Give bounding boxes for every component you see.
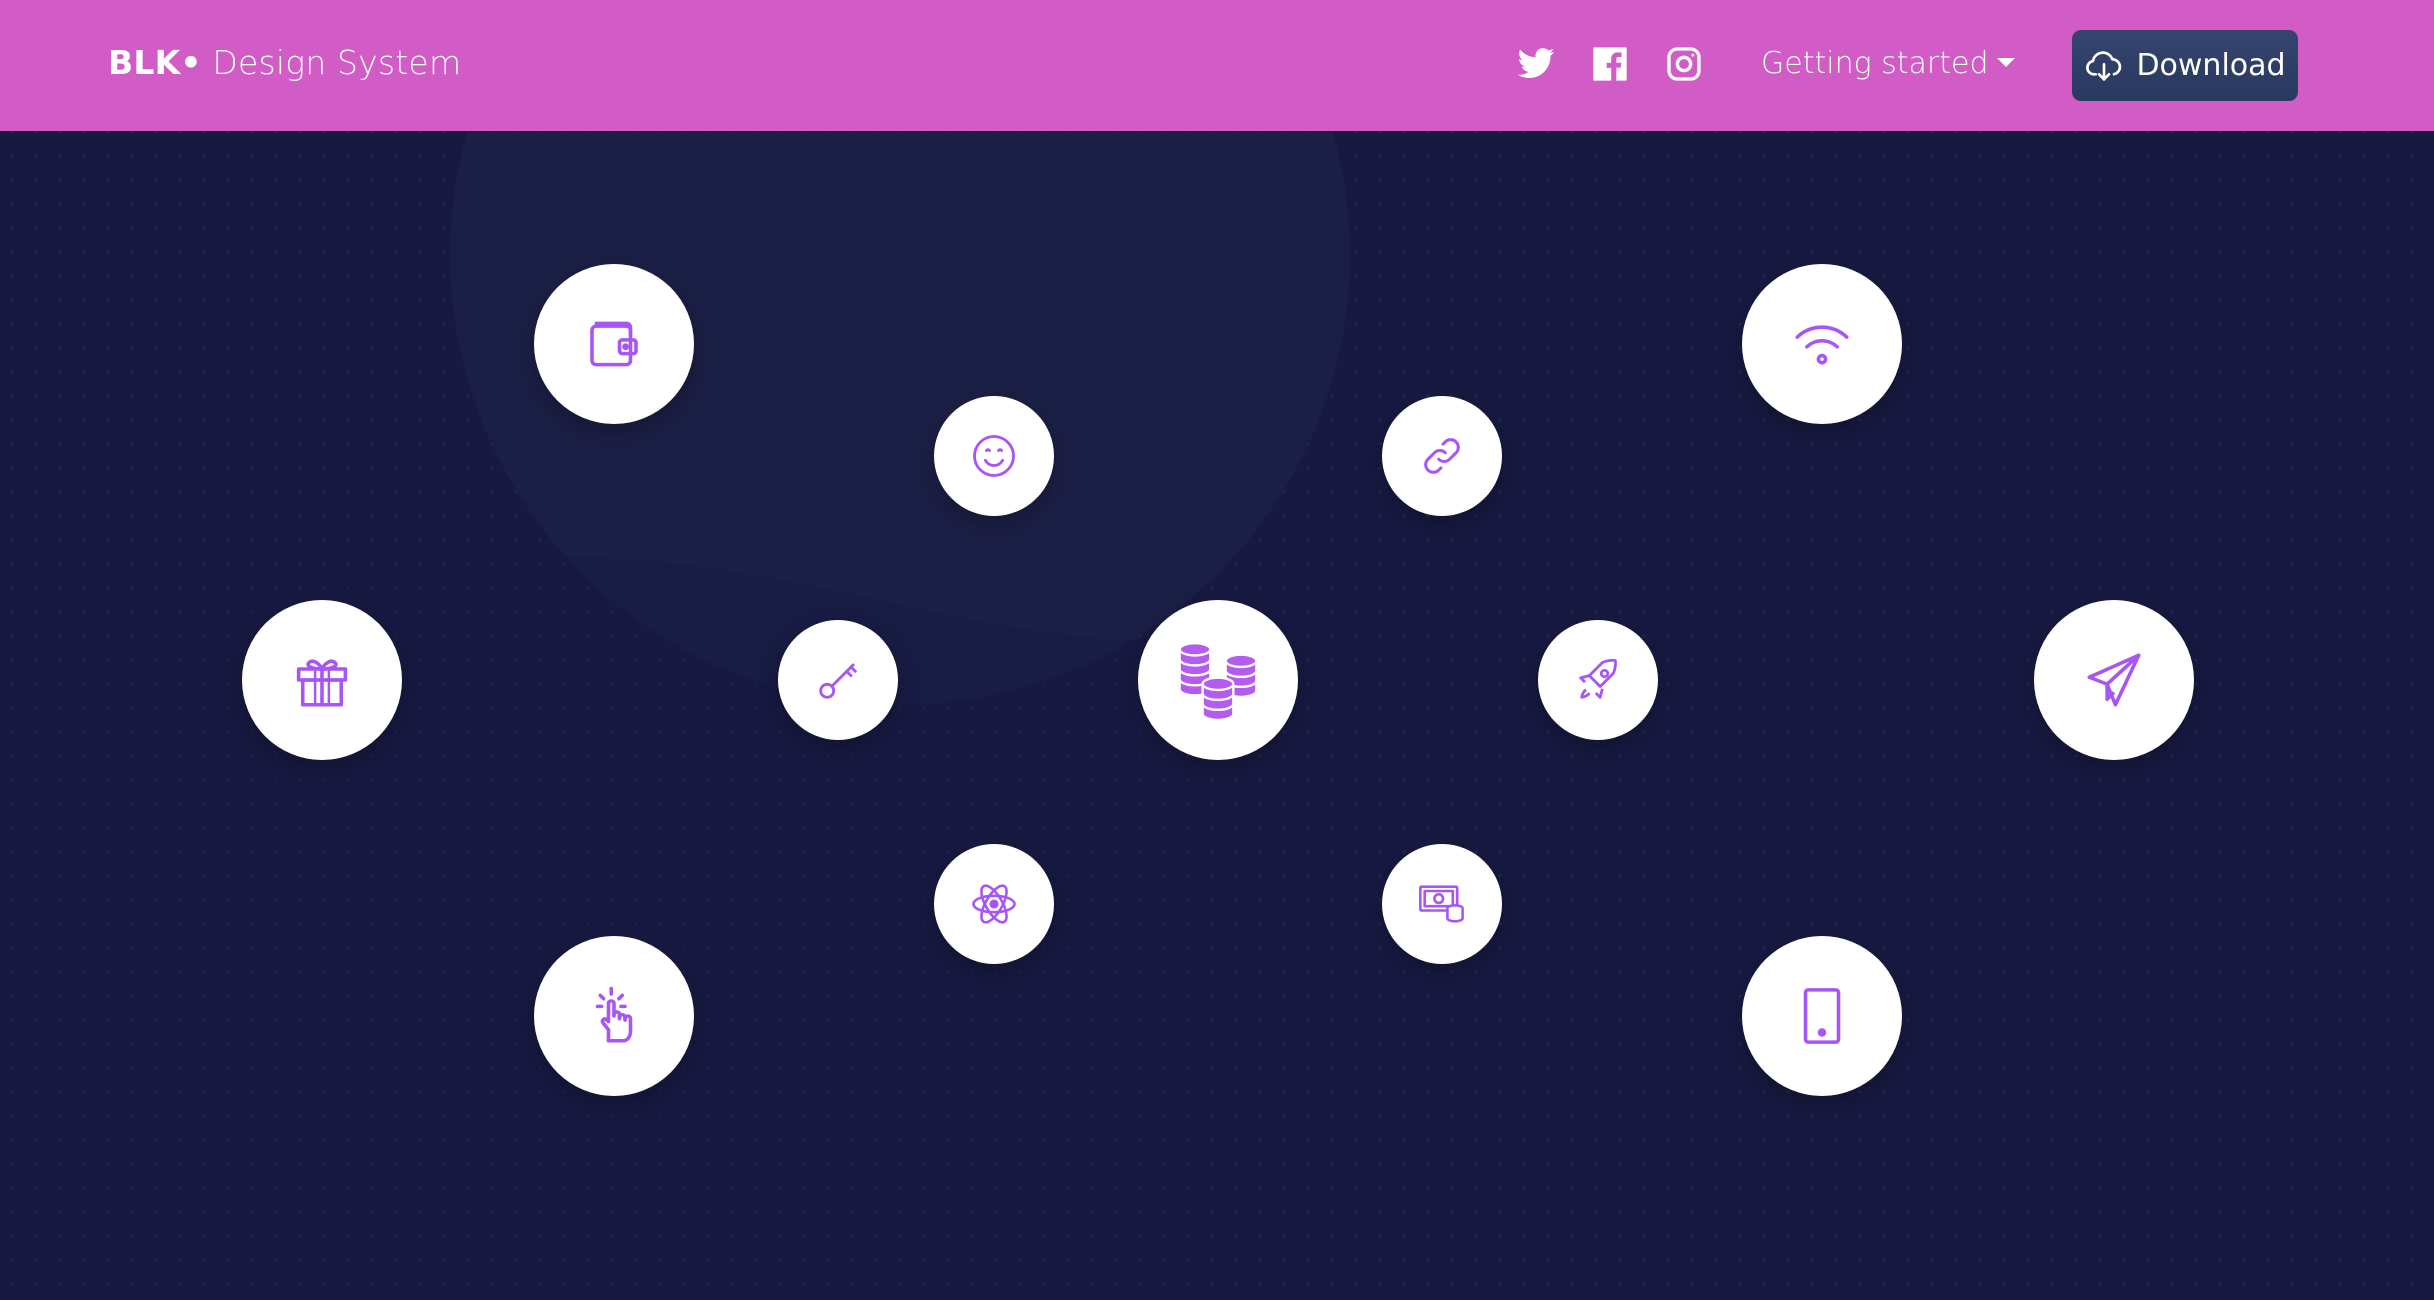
download-label: Download	[2136, 48, 2286, 83]
key-icon	[819, 663, 857, 699]
atom-icon	[972, 884, 1016, 924]
brand-text: Design System	[201, 43, 462, 82]
link-icon	[1424, 438, 1460, 474]
getting-started-label: Getting started	[1761, 46, 1989, 81]
twitter-icon[interactable]	[1516, 44, 1556, 84]
rocket-icon	[1579, 658, 1617, 699]
caret-down-icon	[1996, 58, 2015, 67]
wifi-circle	[1742, 264, 1902, 424]
money-coins-icon	[1419, 885, 1464, 923]
gift-circle	[242, 600, 402, 760]
download-button[interactable]: Download	[2072, 30, 2298, 101]
smile-icon	[973, 435, 1015, 477]
coins-icon	[1178, 642, 1258, 722]
rocket-circle	[1538, 620, 1658, 740]
wallet-icon	[590, 321, 638, 367]
gift-icon	[296, 659, 348, 707]
facebook-icon[interactable]	[1590, 44, 1630, 84]
tablet-circle	[1742, 936, 1902, 1096]
atom-circle	[934, 844, 1054, 964]
smile-circle	[934, 396, 1054, 516]
tablet-icon	[1803, 988, 1841, 1044]
tap-finger-icon	[595, 986, 633, 1043]
navbar: BLK• Design System Getting started Downl…	[0, 0, 2434, 131]
tap-finger-circle	[534, 936, 694, 1096]
paper-plane-circle	[2034, 600, 2194, 760]
wifi-icon	[1795, 325, 1849, 365]
instagram-icon[interactable]	[1664, 44, 1704, 84]
paper-plane-icon	[2087, 653, 2141, 707]
page: BLK• Design System Getting started Downl…	[0, 0, 2434, 1300]
coins-circle	[1138, 600, 1298, 760]
getting-started-dropdown[interactable]: Getting started	[1761, 46, 2015, 81]
cloud-download-icon	[2084, 46, 2124, 86]
link-circle	[1382, 396, 1502, 516]
brand-bold-text: BLK•	[108, 43, 202, 82]
wallet-circle	[534, 264, 694, 424]
money-coins-circle	[1382, 844, 1502, 964]
key-circle	[778, 620, 898, 740]
brand-logo[interactable]: BLK• Design System	[108, 43, 461, 82]
